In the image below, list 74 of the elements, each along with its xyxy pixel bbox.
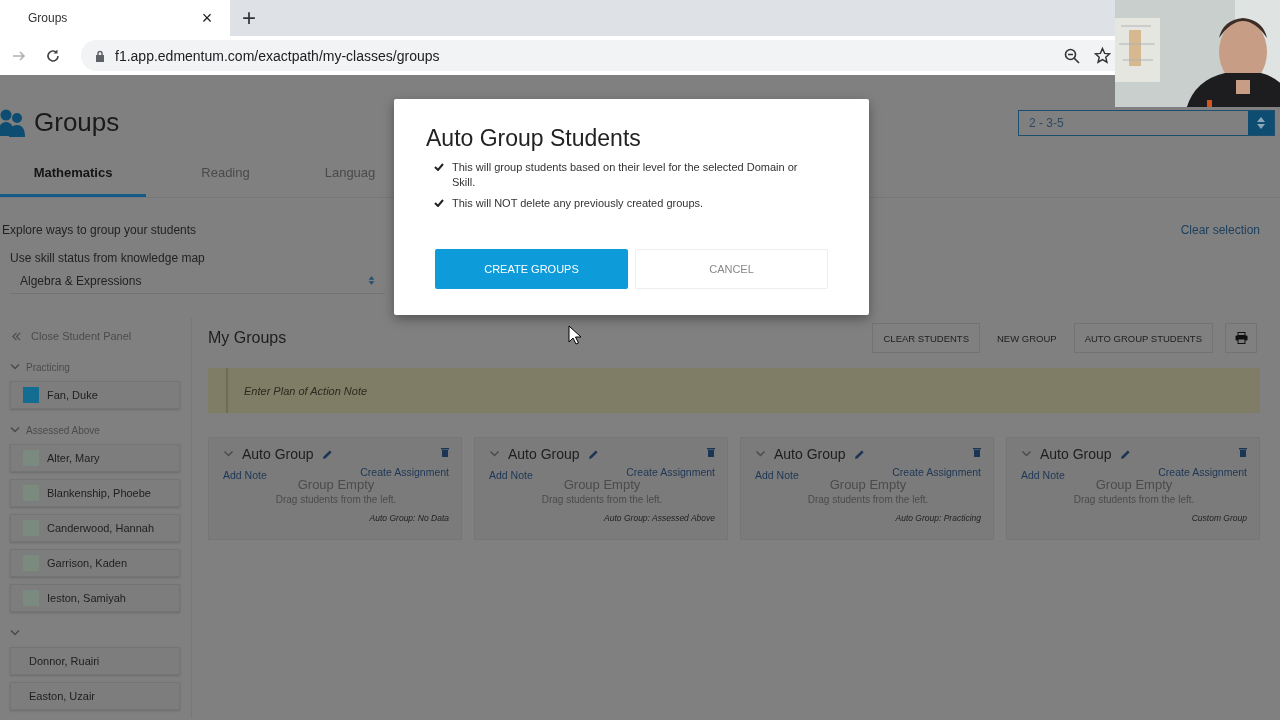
group-name: Auto Group bbox=[774, 446, 846, 462]
note-field[interactable]: Enter Plan of Action Note bbox=[208, 368, 1260, 413]
cancel-button[interactable]: CANCEL bbox=[635, 249, 828, 289]
pencil-icon[interactable] bbox=[853, 448, 865, 460]
create-assignment-link[interactable]: Create Assignment bbox=[360, 466, 449, 481]
users-icon bbox=[0, 107, 26, 138]
student-item[interactable]: Easton, Uzair bbox=[10, 682, 180, 710]
add-note-link[interactable]: Add Note bbox=[223, 469, 267, 481]
modal-point: This will group students based on their level for the selected Domain or Skill. bbox=[452, 160, 799, 190]
chevron-down-icon[interactable] bbox=[10, 629, 20, 637]
add-note-link[interactable]: Add Note bbox=[1021, 469, 1065, 481]
address-bar[interactable]: f1.app.edmentum.com/exactpath/my-classes/groups bbox=[81, 40, 1115, 71]
group-name: Auto Group bbox=[508, 446, 580, 462]
group-type: Auto Group: Practicing bbox=[894, 513, 981, 523]
student-item[interactable]: Blankenship, Phoebe bbox=[10, 479, 180, 507]
printer-icon bbox=[1234, 332, 1248, 344]
print-button[interactable] bbox=[1225, 323, 1257, 353]
close-tab-button[interactable]: × bbox=[192, 7, 222, 29]
group-type: Custom Group bbox=[1190, 513, 1247, 523]
student-item[interactable]: Canderwood, Hannah bbox=[10, 514, 180, 542]
student-item[interactable]: Fan, Duke bbox=[10, 381, 180, 409]
student-item[interactable]: Donnor, Ruairi bbox=[10, 647, 180, 675]
student-item[interactable]: Garrison, Kaden bbox=[10, 549, 180, 577]
clear-selection-link[interactable]: Clear selection bbox=[1180, 223, 1260, 237]
tab-title[interactable]: Groups bbox=[28, 11, 192, 25]
class-select[interactable]: 2 - 3-5 bbox=[1018, 109, 1275, 136]
intro-text: Explore ways to group your students bbox=[2, 223, 197, 237]
trash-icon[interactable] bbox=[707, 447, 715, 457]
create-assignment-link[interactable]: Create Assignment bbox=[892, 466, 981, 481]
student-item[interactable]: Alter, Mary bbox=[10, 444, 180, 472]
reload-icon[interactable] bbox=[45, 47, 61, 64]
section-heading: My Groups bbox=[208, 329, 287, 347]
trash-icon[interactable] bbox=[973, 447, 981, 457]
add-note-link[interactable]: Add Note bbox=[489, 469, 533, 481]
student-item[interactable]: Ieston, Samiyah bbox=[10, 584, 180, 612]
sort-arrows-icon bbox=[368, 275, 375, 286]
create-assignment-link[interactable]: Create Assignment bbox=[1158, 466, 1247, 481]
trash-icon[interactable] bbox=[441, 447, 449, 457]
zoom-out-icon[interactable] bbox=[1064, 47, 1080, 64]
modal-point: This will NOT delete any previously created groups. bbox=[452, 196, 704, 211]
check-icon bbox=[434, 199, 444, 207]
toolbar-button[interactable]: NEW GROUP bbox=[986, 323, 1068, 353]
skill-label: Use skill status from knowledge map bbox=[10, 250, 205, 267]
chevron-down-icon[interactable] bbox=[223, 450, 234, 458]
pencil-icon[interactable] bbox=[1119, 448, 1131, 460]
double-chevron-icon bbox=[12, 331, 21, 341]
trash-icon[interactable] bbox=[1239, 447, 1247, 457]
check-icon bbox=[434, 163, 444, 171]
toolbar-button[interactable]: CLEAR STUDENTS bbox=[872, 323, 980, 353]
page-title: Groups bbox=[34, 107, 120, 138]
chevron-down-icon[interactable] bbox=[755, 450, 766, 458]
star-icon[interactable] bbox=[1094, 47, 1111, 64]
pencil-icon[interactable] bbox=[587, 448, 599, 460]
mouse-pointer-icon bbox=[568, 325, 581, 345]
group-name: Auto Group bbox=[242, 446, 314, 462]
pencil-icon[interactable] bbox=[321, 448, 333, 460]
url-text: f1.app.edmentum.com/exactpath/my-classes/groups bbox=[115, 47, 440, 64]
subject-tab[interactable]: Mathematics bbox=[0, 150, 146, 197]
domain-select[interactable]: Algebra & Expressions bbox=[10, 268, 385, 294]
group-type: Auto Group: Assessed Above bbox=[603, 513, 715, 523]
toolbar-button[interactable]: AUTO GROUP STUDENTS bbox=[1073, 323, 1213, 353]
create-groups-button[interactable]: CREATE GROUPS bbox=[435, 249, 628, 289]
add-note-link[interactable]: Add Note bbox=[755, 469, 799, 481]
chevron-down-icon[interactable] bbox=[10, 426, 20, 434]
dialog-title: Auto Group Students bbox=[426, 125, 642, 152]
create-assignment-link[interactable]: Create Assignment bbox=[626, 466, 715, 481]
group-name: Auto Group bbox=[1040, 446, 1112, 462]
chevron-down-icon[interactable] bbox=[1021, 450, 1032, 458]
lock-icon bbox=[95, 49, 105, 62]
chevron-down-icon[interactable] bbox=[489, 450, 500, 458]
group-type: Auto Group: No Data bbox=[368, 513, 449, 523]
sort-arrows-icon bbox=[1256, 115, 1266, 130]
chevron-down-icon[interactable] bbox=[10, 363, 20, 371]
new-tab-button[interactable]: + bbox=[236, 0, 262, 36]
